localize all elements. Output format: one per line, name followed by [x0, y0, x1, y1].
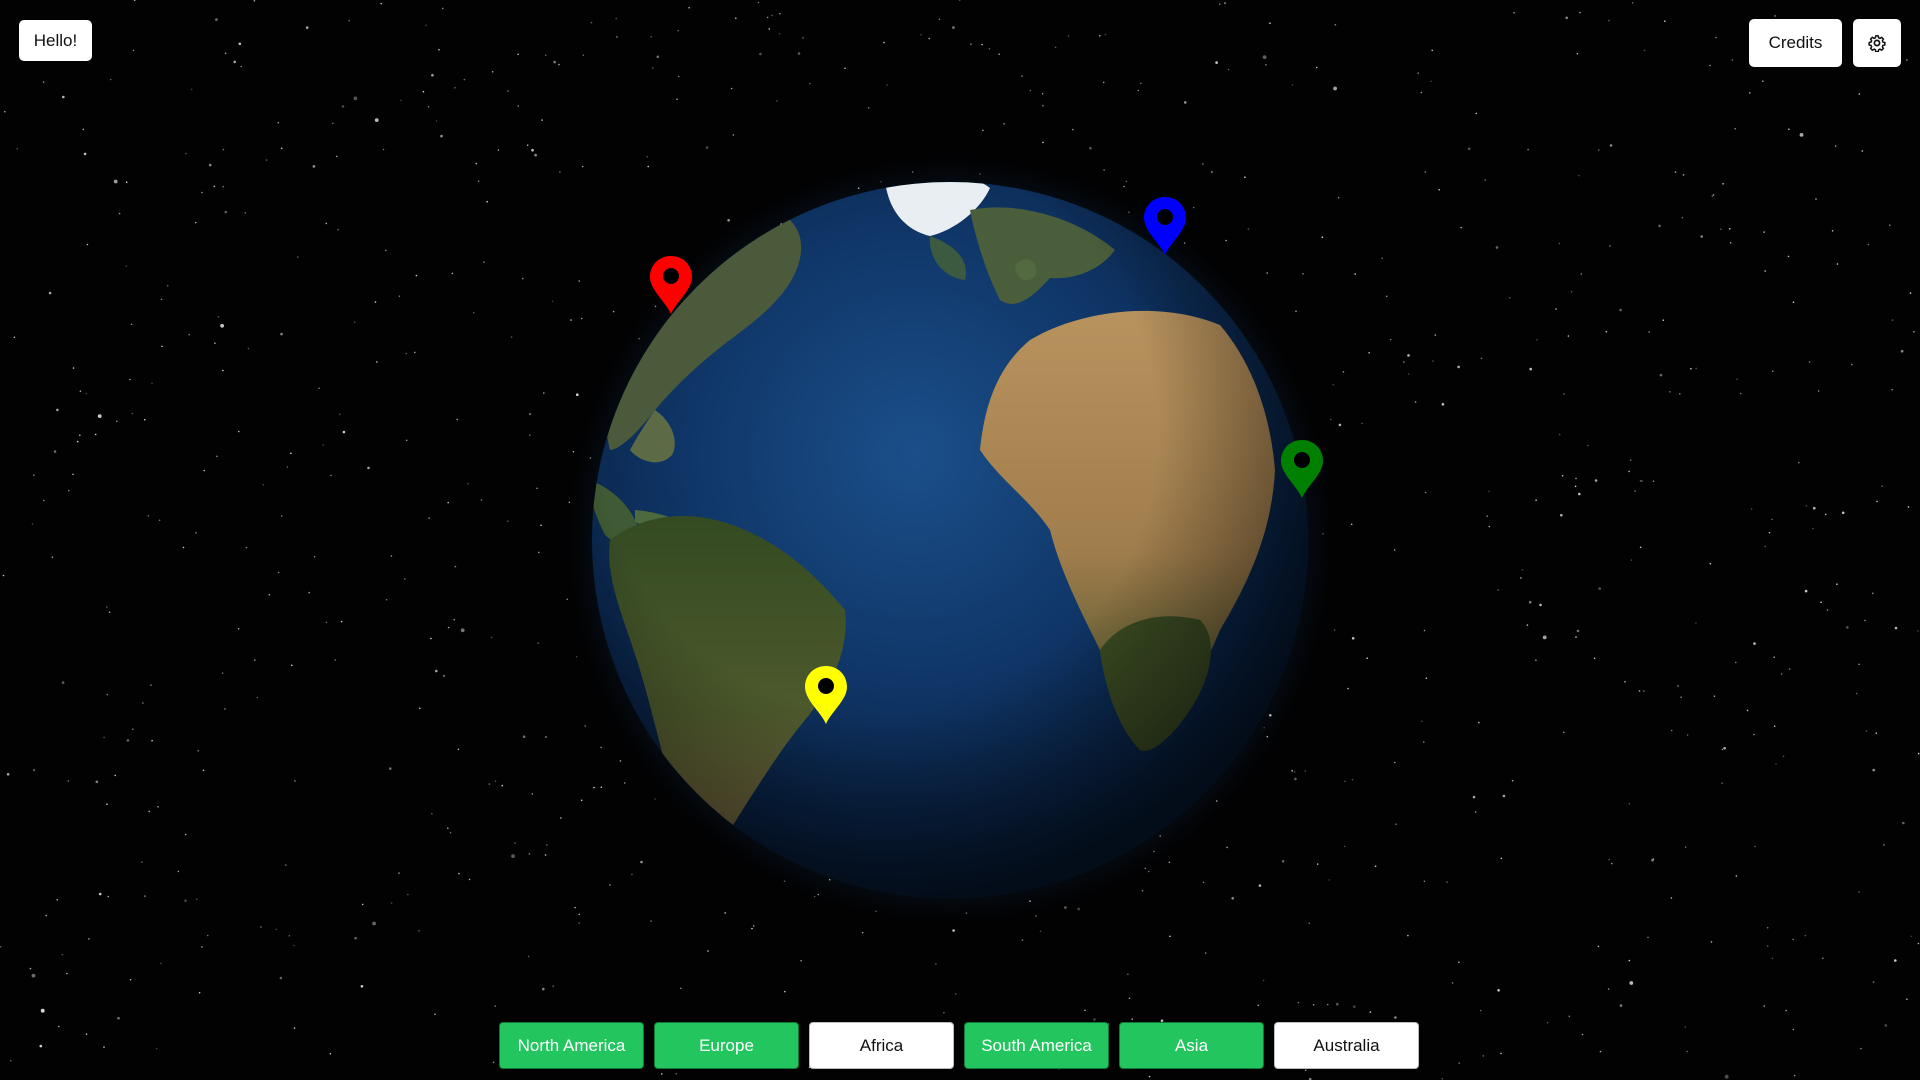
continent-button-south-america[interactable]: South America [964, 1022, 1109, 1069]
continent-button-australia[interactable]: Australia [1274, 1022, 1419, 1069]
gear-icon [1868, 35, 1886, 52]
space-background: Hello! Credits North America Europe Afri… [0, 0, 1920, 1080]
continent-button-north-america[interactable]: North America [499, 1022, 644, 1069]
continent-button-africa[interactable]: Africa [809, 1022, 954, 1069]
earth-globe[interactable] [560, 150, 1340, 930]
hello-button[interactable]: Hello! [19, 20, 92, 61]
continent-button-europe[interactable]: Europe [654, 1022, 799, 1069]
settings-button[interactable] [1853, 19, 1901, 67]
credits-button[interactable]: Credits [1749, 19, 1842, 67]
earth-globe-graphic [560, 150, 1340, 930]
continent-selector: North America Europe Africa South Americ… [499, 1022, 1419, 1070]
continent-button-asia[interactable]: Asia [1119, 1022, 1264, 1069]
